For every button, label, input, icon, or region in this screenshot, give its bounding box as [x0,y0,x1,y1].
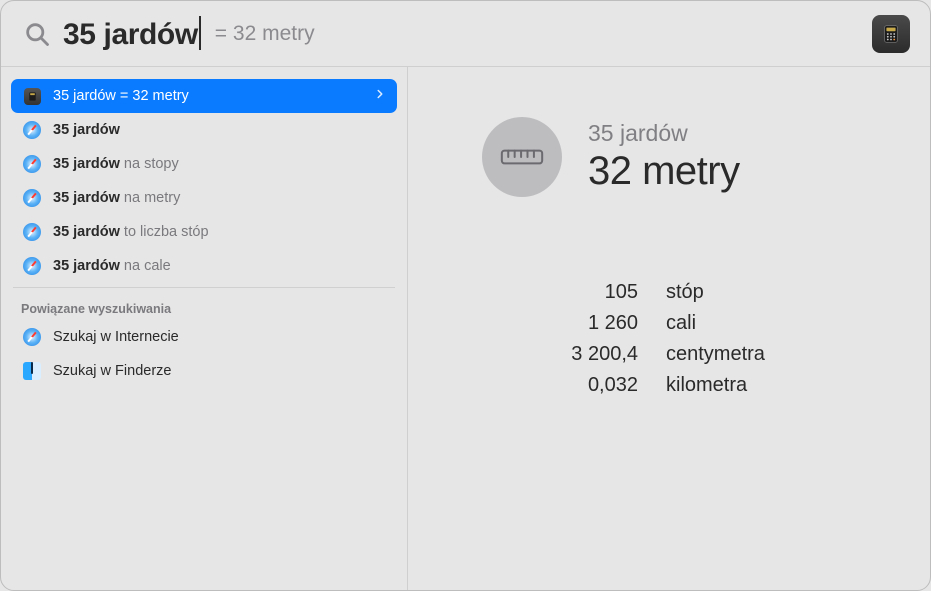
related-label: Szukaj w Internecie [53,329,179,345]
search-input[interactable]: 35 jardów [63,16,201,52]
text-cursor [199,16,201,50]
safari-icon [21,155,43,173]
divider [13,287,395,288]
finder-icon [23,362,41,380]
suggestion-row[interactable]: 35 jardów to liczba stóp [11,215,397,249]
top-result-label: 35 jardów = 32 metry [53,88,189,104]
related-group: Szukaj w Internecie Szukaj w Finderze [11,320,397,388]
conversion-row: 1 260cali [516,308,890,339]
conversion-row: 0,032kilometra [516,370,890,401]
inline-result: = 32 metry [215,22,315,46]
conversion-row: 3 200,4centymetra [516,339,890,370]
conversion-unit: centymetra [666,339,765,370]
related-row[interactable]: Szukaj w Internecie [11,320,397,354]
conversion-table: 105stóp1 260cali3 200,4centymetra0,032ki… [516,277,890,401]
suggestion-label: 35 jardów na cale [53,258,171,274]
suggestion-row[interactable]: 35 jardów [11,113,397,147]
conversion-unit: stóp [666,277,704,308]
top-result[interactable]: 35 jardów = 32 metry [11,79,397,113]
search-bar: 35 jardów = 32 metry [1,1,930,67]
conversion-from: 35 jardów [588,120,740,147]
safari-icon [21,257,43,275]
conversion-unit: kilometra [666,370,747,401]
conversion-to: 32 metry [588,149,740,194]
suggestion-row[interactable]: 35 jardów na stopy [11,147,397,181]
content-columns: 35 jardów = 32 metry 35 jardów35 jardów … [1,67,930,590]
related-row[interactable]: Szukaj w Finderze [11,354,397,388]
safari-icon [23,328,41,346]
ruler-icon [482,117,562,197]
suggestion-label: 35 jardów na metry [53,190,180,206]
safari-icon [21,121,43,139]
search-query-text: 35 jardów [63,18,198,51]
hero-texts: 35 jardów 32 metry [588,120,740,194]
related-label: Szukaj w Finderze [53,363,171,379]
suggestion-label: 35 jardów to liczba stóp [53,224,209,240]
chevron-right-icon [373,87,387,105]
conversion-value: 1 260 [516,308,666,339]
conversion-value: 3 200,4 [516,339,666,370]
conversion-unit: cali [666,308,696,339]
safari-icon [21,189,43,207]
conversion-value: 105 [516,277,666,308]
related-header: Powiązane wyszukiwania [11,292,397,320]
conversion-row: 105stóp [516,277,890,308]
suggestion-label: 35 jardów na stopy [53,156,179,172]
calculator-icon [21,88,43,105]
detail-pane: 35 jardów 32 metry 105stóp1 260cali3 200… [408,67,930,590]
conversion-hero: 35 jardów 32 metry [448,117,890,197]
calculator-app-icon[interactable] [872,15,910,53]
search-icon [23,20,51,48]
results-list: 35 jardów = 32 metry 35 jardów 35 jardów … [1,67,408,590]
suggestion-label: 35 jardów [53,122,120,138]
suggestion-row[interactable]: 35 jardów na cale [11,249,397,283]
suggestion-row[interactable]: 35 jardów na metry [11,181,397,215]
conversion-value: 0,032 [516,370,666,401]
safari-icon [21,223,43,241]
suggestions-group: 35 jardów 35 jardów na stopy 35 jardów na … [11,113,397,283]
